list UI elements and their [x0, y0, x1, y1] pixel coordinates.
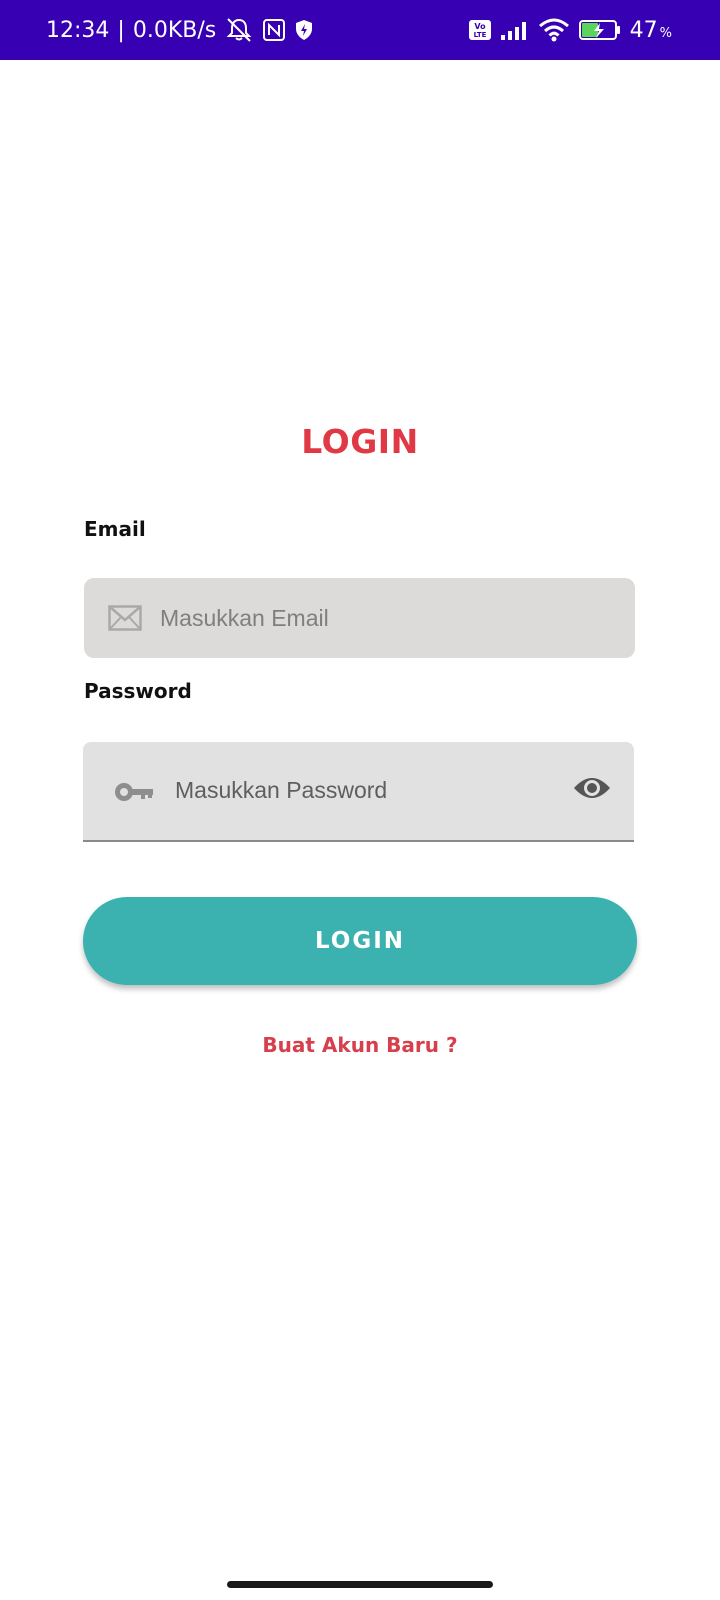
battery-percent: 47	[629, 17, 658, 43]
svg-text:Vo: Vo	[474, 22, 486, 31]
email-label: Email	[84, 517, 146, 541]
mail-icon	[108, 605, 142, 636]
status-left: 12:34 | 0.0KB/s	[46, 0, 314, 60]
email-field[interactable]	[84, 578, 635, 658]
create-account-link[interactable]: Buat Akun Baru ?	[0, 1033, 720, 1057]
password-label: Password	[84, 679, 192, 703]
status-time: 12:34	[46, 17, 110, 43]
key-icon	[113, 780, 155, 809]
alarm-off-icon	[224, 17, 254, 43]
signal-icon	[500, 19, 530, 41]
wifi-icon	[538, 17, 570, 43]
battery-charging-icon	[578, 18, 622, 42]
nfc-icon	[262, 18, 286, 42]
eye-icon[interactable]	[572, 774, 612, 807]
login-button[interactable]: LOGIN	[83, 897, 637, 985]
shield-icon	[294, 19, 314, 41]
volte-icon: Vo LTE	[468, 19, 492, 41]
page-title: LOGIN	[301, 422, 419, 461]
email-input[interactable]	[160, 578, 600, 658]
battery-percent-sign: %	[659, 25, 672, 41]
password-field[interactable]	[83, 742, 634, 842]
status-bar: 12:34 | 0.0KB/s Vo LTE 47 %	[0, 0, 720, 60]
home-indicator[interactable]	[227, 1581, 493, 1588]
login-screen: 12:34 | 0.0KB/s Vo LTE 47 % LOGIN Email …	[0, 0, 720, 1600]
status-separator: |	[117, 17, 125, 43]
password-input[interactable]	[175, 742, 545, 838]
status-right: Vo LTE 47 %	[468, 0, 672, 60]
status-net-speed: 0.0KB/s	[132, 17, 217, 43]
svg-text:LTE: LTE	[473, 31, 486, 39]
